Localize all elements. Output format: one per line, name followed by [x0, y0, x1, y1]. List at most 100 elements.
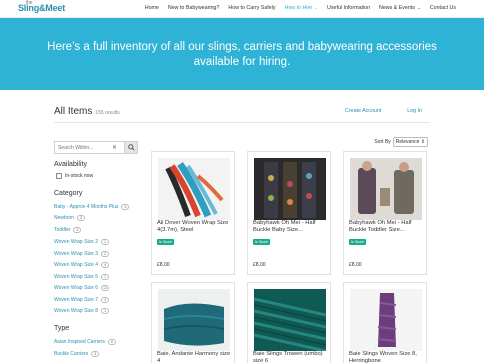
category-item[interactable]: Toddler 3	[54, 227, 82, 233]
category-item[interactable]: Woven Wrap Size 81	[54, 308, 110, 314]
count-badge: 1	[101, 308, 110, 314]
product-title[interactable]: Babyhawk Oh Mei - Half Buckle Toddler Si…	[349, 220, 425, 234]
product-image[interactable]	[158, 289, 230, 351]
nav-how-to-carry-safely[interactable]: How to Carry Safely	[228, 5, 275, 11]
nav-how-to-hire[interactable]: How to Hire ⌄	[285, 5, 319, 11]
product-image[interactable]	[350, 289, 422, 351]
account-links: Create Account Log In	[345, 108, 422, 114]
site-logo[interactable]: the Sling&Meet	[18, 0, 65, 13]
category-item[interactable]: Baby - Approx 4 Months Plus 5	[54, 204, 130, 210]
search-icon	[127, 144, 135, 151]
count-badge: 5	[77, 215, 86, 221]
count-badge: 2	[101, 251, 110, 257]
nav-news-events-label: News & Events	[379, 5, 415, 11]
page-title-text: All Items	[54, 106, 93, 117]
category-label: Woven Wrap Size 8	[54, 308, 99, 314]
product-image[interactable]	[254, 158, 326, 220]
nav-news-events[interactable]: News & Events ⌄	[379, 5, 421, 11]
logo-small-text: the	[26, 0, 33, 6]
product-image[interactable]	[254, 289, 326, 351]
count-badge: 5	[121, 204, 130, 210]
category-label: Baby - Approx 4 Months Plus	[54, 204, 119, 210]
main-menu: Home New to Babywearing? How to Carry Sa…	[145, 5, 456, 11]
nav-how-to-hire-label: How to Hire	[284, 5, 313, 11]
category-label: Woven Wrap Size 6	[54, 285, 99, 291]
category-label: Toddler	[54, 227, 71, 233]
category-item[interactable]: Woven Wrap Size 51	[54, 274, 110, 280]
category-item[interactable]: Woven Wrap Size 32	[54, 251, 110, 257]
count-badge: 1	[101, 274, 110, 280]
product-title[interactable]: Baie Slings Woven Size 8, Herringbone	[349, 351, 425, 363]
availability-title: Availability	[54, 161, 87, 168]
in-stock-checkbox[interactable]	[56, 173, 62, 179]
sort-selected: Relevance	[395, 139, 420, 145]
category-title: Category	[54, 190, 83, 197]
category-label: Newborn	[54, 215, 75, 221]
product-title[interactable]: Ali Dover Woven Wrap Size 4(3.7m), Steel	[157, 220, 233, 234]
product-card[interactable]: Baie Slings Trowen (umbo) size 6	[247, 282, 331, 363]
category-item[interactable]: Woven Wrap Size 6 12	[54, 285, 110, 291]
product-image[interactable]	[158, 158, 230, 220]
chevron-updown-icon: ⇕	[420, 139, 425, 145]
category-label: Woven Wrap Size 3	[54, 251, 99, 257]
product-title[interactable]: Baie Slings Trowen (umbo) size 6	[253, 351, 329, 363]
category-item[interactable]: Woven Wrap Size 44	[54, 262, 110, 268]
create-account-link[interactable]: Create Account	[345, 108, 381, 114]
stock-badge: In Stock	[253, 239, 270, 245]
type-item[interactable]: Asian Inspired Carriers 8	[54, 339, 116, 345]
in-stock-filter[interactable]: In-stock now	[56, 173, 93, 179]
count-badge: 4	[101, 262, 110, 268]
nav-contact-us[interactable]: Contact Us	[430, 5, 456, 11]
chevron-down-icon: ⌄	[314, 5, 319, 10]
category-label: Woven Wrap Size 2	[54, 239, 99, 245]
in-stock-label: In-stock now	[65, 173, 94, 179]
login-link[interactable]: Log In	[407, 108, 422, 114]
category-item[interactable]: Woven Wrap Size 21	[54, 239, 110, 245]
category-item[interactable]: Woven Wrap Size 73	[54, 297, 110, 303]
nav-new-to-babywearing[interactable]: New to Babywearing?	[168, 5, 220, 11]
type-item[interactable]: Buckle Carriers 5	[54, 351, 100, 357]
product-price: £8.00	[157, 262, 170, 268]
header-divider	[54, 122, 430, 123]
sort-select[interactable]: Relevance ⇕	[392, 137, 428, 147]
product-title[interactable]: Baie, Andante Harmony size 4	[157, 351, 233, 363]
search-button[interactable]	[124, 141, 138, 154]
category-label: Woven Wrap Size 4	[54, 262, 99, 268]
category-label: Woven Wrap Size 5	[54, 274, 99, 280]
product-card[interactable]: Ali Dover Woven Wrap Size 4(3.7m), Steel…	[151, 151, 235, 275]
count-badge: 8	[107, 339, 116, 345]
product-price: £8.00	[349, 262, 362, 268]
top-navigation: the Sling&Meet Home New to Babywearing? …	[0, 0, 484, 18]
category-label: Woven Wrap Size 7	[54, 297, 99, 303]
product-card[interactable]: Baie Slings Woven Size 8, Herringbone	[343, 282, 427, 363]
hero-banner: Here’s a full inventory of all our sling…	[0, 18, 484, 90]
type-label: Asian Inspired Carriers	[54, 339, 105, 345]
nav-useful-information[interactable]: Useful Information	[327, 5, 370, 11]
type-title: Type	[54, 325, 70, 332]
product-card[interactable]: Babyhawk Oh Mei - Half Buckle Baby Size.…	[247, 151, 331, 275]
count-badge: 5	[91, 351, 100, 357]
count-badge: 3	[73, 227, 82, 233]
count-badge: 3	[101, 297, 110, 303]
product-card[interactable]: Baie, Andante Harmony size 4	[151, 282, 235, 363]
clear-icon[interactable]: ✕	[112, 144, 117, 151]
stock-badge: In Stock	[157, 239, 174, 245]
sort-label: Sort By	[374, 139, 391, 145]
product-title[interactable]: Babyhawk Oh Mei - Half Buckle Baby Size.…	[253, 220, 329, 234]
product-price: £8.00	[253, 262, 266, 268]
results-count: 155 results	[95, 110, 120, 116]
sort-control: Sort By Relevance ⇕	[374, 137, 428, 147]
page-title: All Items 155 results	[54, 106, 120, 117]
nav-home[interactable]: Home	[145, 5, 159, 11]
chevron-down-icon: ⌄	[417, 5, 421, 10]
search-box: ✕	[54, 141, 138, 154]
category-item[interactable]: Newborn 5	[54, 215, 86, 221]
product-card[interactable]: Babyhawk Oh Mei - Half Buckle Toddler Si…	[343, 151, 427, 275]
count-badge: 1	[101, 239, 110, 245]
hero-text: Here’s a full inventory of all our sling…	[47, 41, 437, 68]
product-image[interactable]	[350, 158, 422, 220]
stock-badge: In Stock	[349, 239, 366, 245]
page: the Sling&Meet Home New to Babywearing? …	[0, 0, 484, 363]
count-badge: 12	[101, 285, 110, 291]
type-label: Buckle Carriers	[54, 351, 89, 357]
